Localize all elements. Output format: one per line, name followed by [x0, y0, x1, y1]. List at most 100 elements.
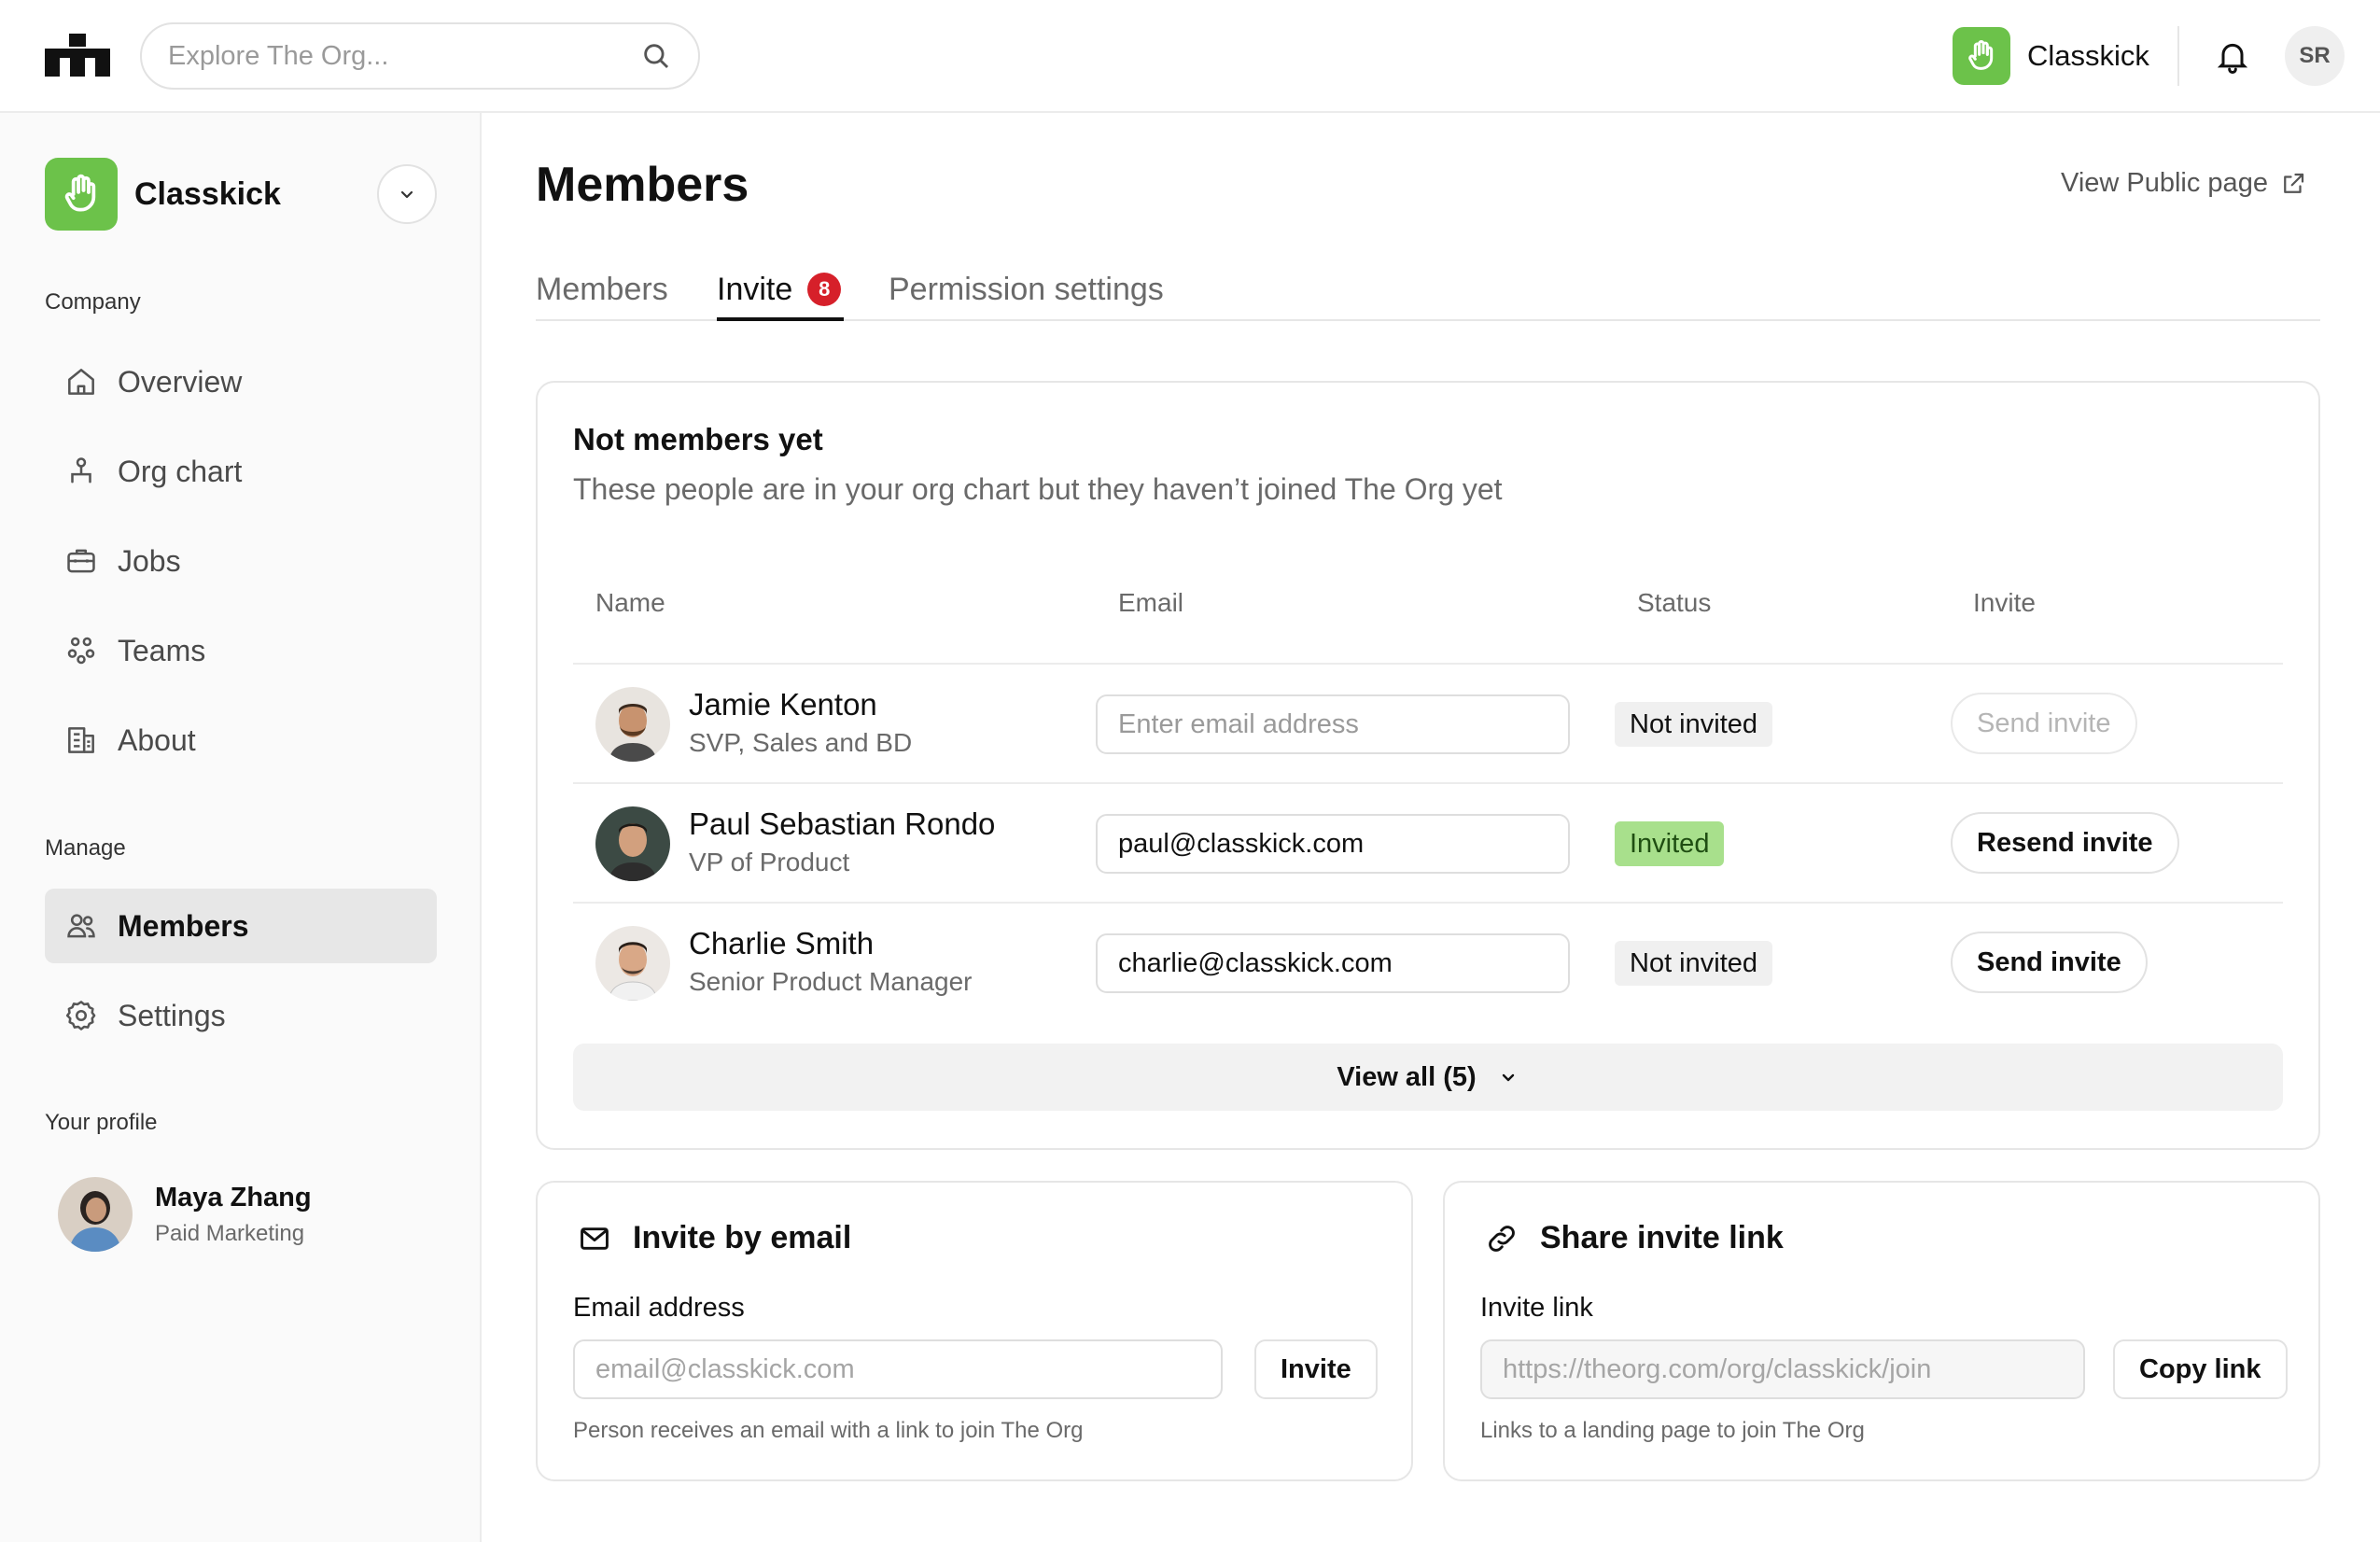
sidebar-item-label: Teams: [118, 633, 206, 667]
column-header-invite: Invite: [1973, 588, 2036, 617]
gear-icon: [65, 1001, 96, 1030]
sidebar-item-settings[interactable]: Settings: [45, 978, 437, 1053]
card-title: Not members yet: [573, 422, 823, 456]
page-title: Members: [536, 158, 749, 212]
invite-link-field[interactable]: [1480, 1339, 2085, 1399]
sidebar-item-label: Jobs: [118, 543, 181, 578]
active-tab-indicator: [717, 317, 844, 321]
person-name: Jamie Kenton: [689, 687, 877, 722]
card-title: Share invite link: [1484, 1220, 1784, 1256]
invite-email-input[interactable]: [573, 1339, 1223, 1399]
home-icon: [68, 369, 94, 395]
org-logo: [45, 158, 118, 231]
sidebar-item-overview[interactable]: Overview: [45, 344, 437, 419]
sidebar-item-label: Overview: [118, 364, 243, 399]
email-field[interactable]: [1096, 694, 1570, 754]
avatar: [58, 1177, 133, 1252]
teams-icon: [67, 637, 95, 665]
search-input[interactable]: [168, 40, 640, 72]
invite-email-help: Person receives an email with a link to …: [573, 1418, 1084, 1443]
tab-members[interactable]: Members: [536, 261, 668, 317]
avatar: [595, 806, 670, 881]
user-avatar[interactable]: SR: [2285, 26, 2345, 86]
profile-card[interactable]: Maya Zhang Paid Marketing: [58, 1177, 312, 1252]
view-all-button[interactable]: View all (5): [573, 1044, 2283, 1111]
invite-link-label: Invite link: [1480, 1293, 1593, 1323]
divider: [2177, 26, 2179, 86]
chevron-down-icon: [400, 190, 413, 199]
sidebar-item-members[interactable]: Members: [45, 889, 437, 963]
card-title-text: Share invite link: [1540, 1220, 1784, 1255]
not-members-card: Not members yet These people are in your…: [536, 381, 2320, 1150]
status-badge: Invited: [1615, 821, 1725, 866]
person-title: Senior Product Manager: [689, 967, 973, 996]
org-dropdown-button[interactable]: [377, 164, 437, 224]
table-row: Jamie Kenton SVP, Sales and BD Not invit…: [573, 663, 2283, 782]
status-badge: Not invited: [1615, 941, 1773, 986]
tab-label: Permission settings: [889, 271, 1164, 307]
sidebar-item-label: About: [118, 722, 196, 757]
bell-icon[interactable]: [2214, 37, 2251, 75]
invite-by-email-card: Invite by email Email address Invite Per…: [536, 1181, 1413, 1481]
building-icon: [68, 727, 94, 753]
tab-permission-settings[interactable]: Permission settings: [889, 261, 1164, 317]
card-title-text: Invite by email: [633, 1220, 852, 1255]
table-row: Charlie Smith Senior Product Manager Not…: [573, 902, 2283, 1021]
sidebar-item-about[interactable]: About: [45, 703, 437, 778]
hand-icon: [64, 174, 96, 212]
profile-name: Maya Zhang: [155, 1182, 312, 1213]
avatar: [595, 687, 670, 762]
tab-label: Invite: [717, 271, 793, 307]
invite-link-help: Links to a landing page to join The Org: [1480, 1418, 1865, 1443]
search-bar[interactable]: [140, 22, 700, 90]
section-label-company: Company: [45, 289, 141, 315]
profile-role: Paid Marketing: [155, 1220, 305, 1246]
sidebar-item-teams[interactable]: Teams: [45, 613, 437, 688]
card-title: Invite by email: [577, 1220, 851, 1256]
sidebar-item-label: Members: [118, 908, 249, 943]
tab-label: Members: [536, 271, 668, 307]
send-invite-button[interactable]: Send invite: [1951, 693, 2137, 754]
sidebar-item-org-chart[interactable]: Org chart: [45, 434, 437, 509]
external-link-icon: [2284, 173, 2304, 193]
org-name: Classkick: [2027, 39, 2149, 72]
sidebar-item-jobs[interactable]: Jobs: [45, 524, 437, 598]
invite-count-badge: 8: [807, 273, 842, 306]
org-switcher[interactable]: Classkick: [1953, 26, 2149, 86]
sidebar-item-label: Org chart: [118, 454, 243, 488]
email-field[interactable]: [1096, 814, 1570, 874]
sidebar: Classkick Company Overview Org chart Job…: [0, 113, 482, 1542]
members-icon: [67, 914, 95, 938]
send-invite-button[interactable]: Send invite: [1951, 932, 2148, 993]
column-header-email: Email: [1118, 588, 1184, 617]
person-name: Paul Sebastian Rondo: [689, 806, 996, 841]
hand-icon: [1968, 40, 1994, 70]
link-icon: [1489, 1225, 1515, 1252]
person-title: VP of Product: [689, 848, 850, 876]
tab-invite[interactable]: Invite 8: [717, 261, 842, 317]
column-header-name: Name: [595, 588, 665, 617]
person-name: Charlie Smith: [689, 926, 875, 960]
view-public-page-link[interactable]: View Public page: [2061, 168, 2307, 199]
card-subtitle: These people are in your org chart but t…: [573, 472, 1503, 506]
invite-button[interactable]: Invite: [1254, 1339, 1378, 1399]
person-title: SVP, Sales and BD: [689, 728, 913, 757]
share-invite-link-card: Share invite link Invite link Copy link …: [1443, 1181, 2320, 1481]
search-icon[interactable]: [640, 40, 672, 72]
theorg-logo-icon[interactable]: [45, 34, 110, 77]
section-label-manage: Manage: [45, 835, 126, 861]
column-header-status: Status: [1637, 588, 1712, 617]
table-row: Paul Sebastian Rondo VP of Product Invit…: [573, 782, 2283, 902]
email-address-label: Email address: [573, 1293, 745, 1323]
sidebar-item-label: Settings: [118, 998, 226, 1032]
tab-bar: Members Invite 8 Permission settings: [536, 252, 2320, 321]
sidebar-org: Classkick: [45, 158, 281, 231]
copy-link-button[interactable]: Copy link: [2113, 1339, 2288, 1399]
mail-icon: [581, 1227, 609, 1250]
sidebar-org-name: Classkick: [134, 175, 281, 212]
avatar: [595, 926, 670, 1001]
org-chart-icon: [71, 457, 91, 484]
email-field[interactable]: [1096, 933, 1570, 993]
resend-invite-button[interactable]: Resend invite: [1951, 812, 2179, 874]
chevron-down-icon: [1502, 1073, 1514, 1082]
